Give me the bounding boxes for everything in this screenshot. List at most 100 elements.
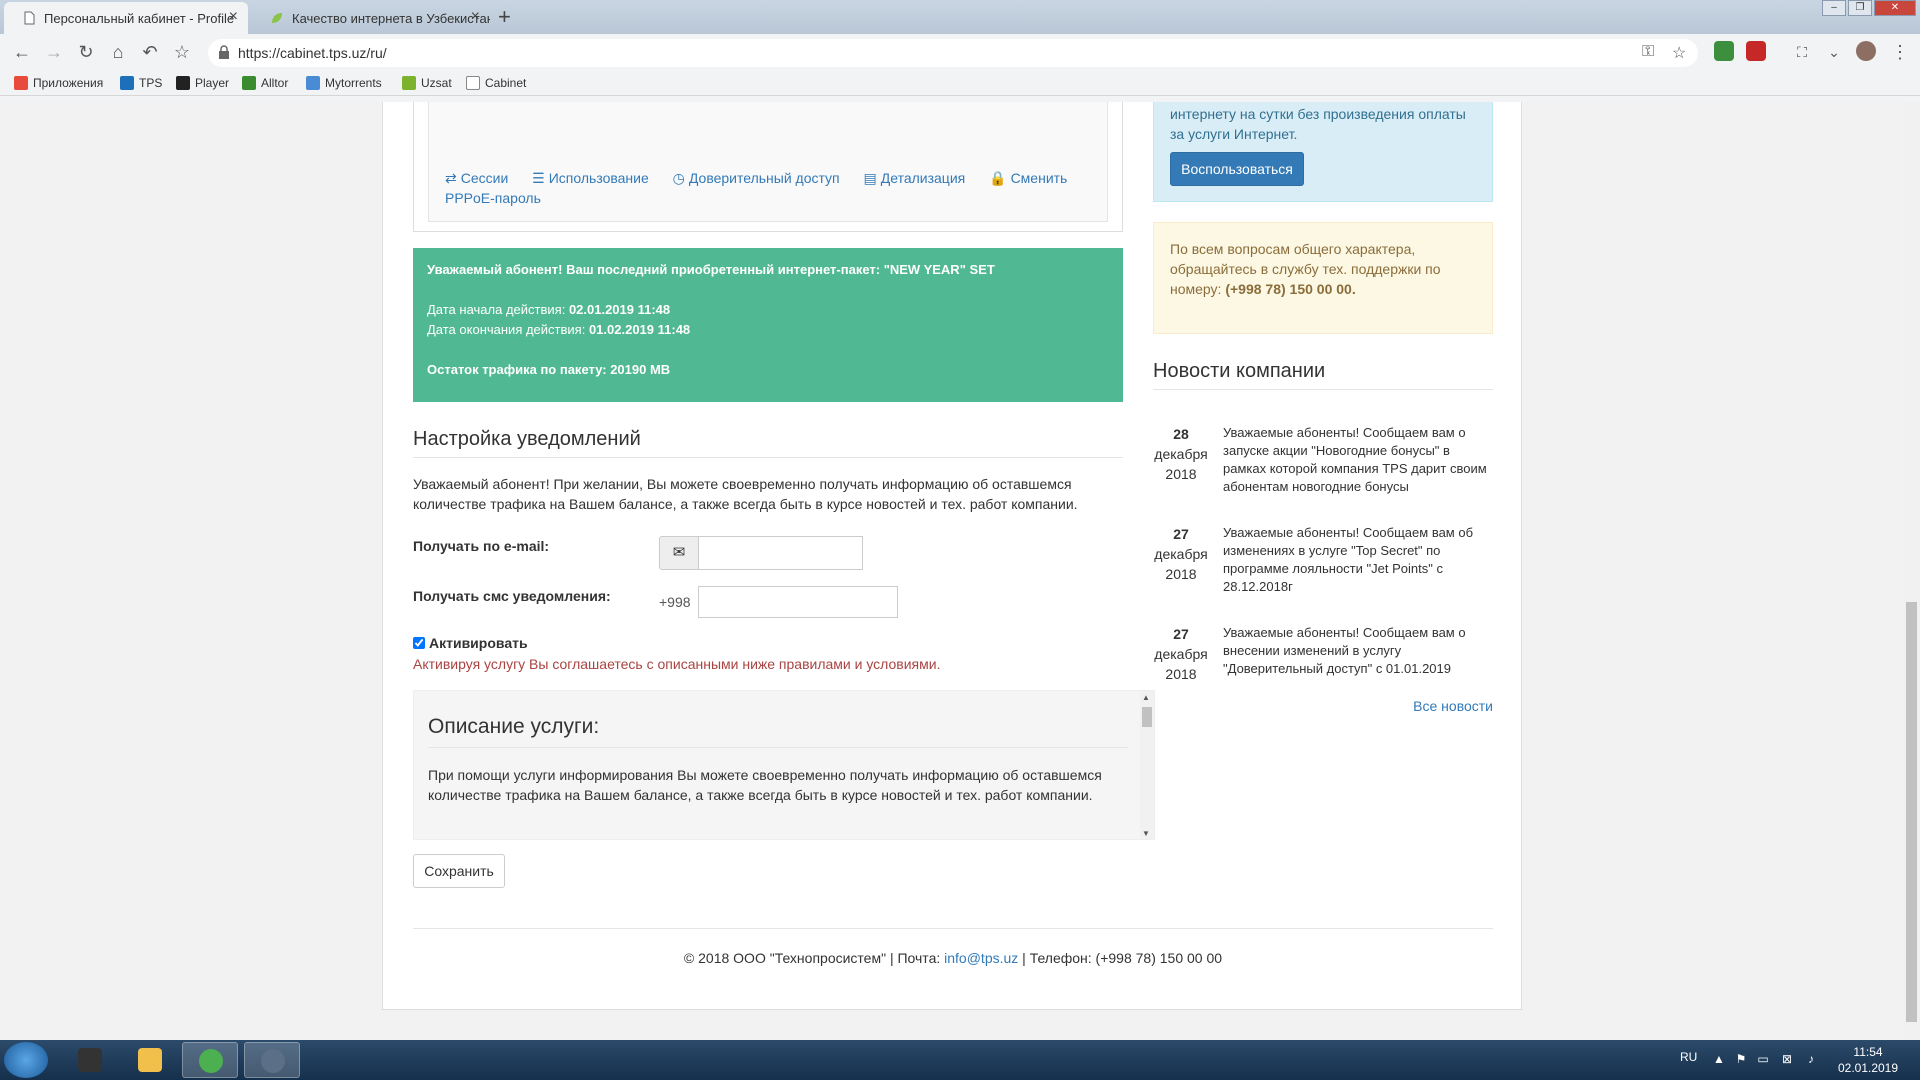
- close-window-button[interactable]: ✕: [1874, 0, 1916, 16]
- bookmarks-bar: Приложения TPS Player Alltor Mytorrents …: [0, 72, 1920, 96]
- bookmark-cabinet[interactable]: Cabinet: [466, 76, 526, 90]
- forward-icon[interactable]: →: [42, 40, 66, 64]
- details-link[interactable]: ▤ Детализация: [864, 170, 966, 186]
- use-trusted-access-button[interactable]: Воспользоваться: [1170, 152, 1304, 186]
- clock-icon: ◷: [672, 170, 685, 186]
- alltor-icon: [242, 76, 256, 90]
- news-item[interactable]: 28 декабря 2018 Уважаемые абоненты! Сооб…: [1153, 424, 1493, 514]
- bookmark-alltor[interactable]: Alltor: [242, 76, 288, 90]
- taskbar: RU ▲ ⚑ ▭ ⊠ ♪ 11:54 02.01.2019: [0, 1040, 1920, 1080]
- end-date-label: Дата окончания действия:: [427, 322, 586, 337]
- media-player-app[interactable]: [62, 1042, 118, 1078]
- news-item[interactable]: 27 декабря 2018 Уважаемые абоненты! Сооб…: [1153, 524, 1493, 614]
- traffic-value: 20190 MB: [610, 362, 671, 377]
- tray-expand-icon[interactable]: ▲: [1712, 1052, 1726, 1066]
- list-icon: ☰: [532, 170, 545, 186]
- sessions-link[interactable]: ⇄ Сессии: [445, 170, 508, 186]
- footer-email-link[interactable]: info@tps.uz: [944, 950, 1018, 966]
- home-icon[interactable]: ⌂: [106, 40, 130, 64]
- chrome-app[interactable]: [182, 1042, 238, 1078]
- email-field[interactable]: [698, 536, 863, 570]
- tab-title: Персональный кабинет - Profile: [44, 10, 235, 26]
- service-description-box[interactable]: Описание услуги: При помощи услуги инфор…: [413, 690, 1155, 840]
- profile-inner: ⇄ Сессии ☰ Использование ◷ Доверительный до…: [428, 102, 1108, 222]
- page-container: ⇄ Сессии ☰ Использование ◷ Доверительный до…: [382, 102, 1522, 1010]
- browser-chrome: Персональный кабинет - Profile × Качеств…: [0, 0, 1920, 102]
- notifications-title: Настройка уведомлений: [413, 428, 1123, 458]
- torrent-app[interactable]: [244, 1042, 300, 1078]
- scroll-up-icon[interactable]: ▲: [1142, 693, 1150, 702]
- leaf-icon: [270, 11, 284, 25]
- footer-divider: [413, 928, 1493, 929]
- usage-link[interactable]: ☰ Использование: [532, 170, 649, 186]
- explorer-app[interactable]: [122, 1042, 178, 1078]
- clock[interactable]: 11:54 02.01.2019: [1834, 1044, 1902, 1076]
- network-icon[interactable]: ⊠: [1780, 1052, 1794, 1066]
- scroll-down-icon[interactable]: ▼: [1142, 829, 1150, 838]
- bookmark-mytorrents[interactable]: Mytorrents: [306, 76, 382, 90]
- email-label: Получать по e-mail:: [413, 538, 550, 554]
- page-scroll-thumb[interactable]: [1906, 602, 1917, 1022]
- page-icon: [466, 76, 480, 90]
- envelope-icon: ✉: [659, 536, 699, 570]
- bookmark-tps[interactable]: TPS: [120, 76, 162, 90]
- page-scrollbar[interactable]: [1903, 102, 1920, 1040]
- reload-icon[interactable]: ↻: [74, 40, 98, 64]
- page-icon: [22, 11, 36, 25]
- star-icon[interactable]: ☆: [1672, 43, 1686, 63]
- description-scrollbar[interactable]: ▲ ▼: [1140, 691, 1154, 839]
- trusted-access-link[interactable]: ◷ Доверительный доступ: [673, 170, 840, 186]
- activate-label: Активировать: [429, 635, 528, 651]
- ublock-icon[interactable]: [1746, 41, 1766, 61]
- extension-icon[interactable]: [1714, 41, 1734, 61]
- bookmark-star-icon[interactable]: ☆: [170, 40, 194, 64]
- browser-toolbar: ← → ↻ ⌂ ↶ ☆ https://cabinet.tps.uz/ru/ ⚿…: [0, 34, 1920, 70]
- bookmark-uzsat[interactable]: Uzsat: [402, 76, 452, 90]
- activate-checkbox[interactable]: [413, 637, 425, 649]
- support-box: По всем вопросам общего характера, обращ…: [1153, 222, 1493, 334]
- minimize-button[interactable]: –: [1822, 0, 1846, 16]
- restore-button[interactable]: ❐: [1848, 0, 1872, 16]
- volume-icon[interactable]: ♪: [1804, 1052, 1818, 1066]
- undo-icon[interactable]: ↶: [138, 40, 162, 64]
- flag-icon[interactable]: ⚑: [1734, 1052, 1748, 1066]
- sms-phone-field[interactable]: [698, 586, 898, 618]
- back-icon[interactable]: ←: [10, 40, 34, 64]
- language-indicator[interactable]: RU: [1680, 1050, 1697, 1064]
- tab-internet-quality[interactable]: Качество интернета в Узбекистане ×: [252, 2, 490, 34]
- key-icon[interactable]: ⚿: [1642, 43, 1654, 61]
- service-description-title: Описание услуги:: [428, 715, 1128, 748]
- tab-profile[interactable]: Персональный кабинет - Profile ×: [4, 2, 248, 34]
- avatar[interactable]: [1856, 41, 1876, 61]
- profile-links: ⇄ Сессии ☰ Использование ◷ Доверительный до…: [445, 168, 1085, 208]
- all-news-link[interactable]: Все новости: [1153, 698, 1493, 714]
- start-button[interactable]: [4, 1042, 48, 1078]
- address-bar[interactable]: https://cabinet.tps.uz/ru/ ⚿ ☆: [208, 39, 1698, 67]
- bookmark-player[interactable]: Player: [176, 76, 229, 90]
- tab-title: Качество интернета в Узбекистане: [292, 10, 490, 26]
- bookmark-apps[interactable]: Приложения: [14, 76, 103, 90]
- lock-icon: [218, 45, 230, 59]
- news-text: Уважаемые абоненты! Сообщаем вам о запус…: [1223, 425, 1487, 494]
- service-description-text: При помощи услуги информирования Вы може…: [428, 767, 1102, 803]
- profile-panel: ⇄ Сессии ☰ Использование ◷ Доверительный до…: [413, 102, 1123, 232]
- close-icon[interactable]: ×: [471, 8, 480, 26]
- description-scroll-thumb[interactable]: [1142, 707, 1152, 727]
- footer-phone: | Телефон: (+998 78) 150 00 00: [1022, 950, 1223, 966]
- new-tab-button[interactable]: +: [498, 4, 511, 30]
- close-icon[interactable]: ×: [229, 8, 238, 26]
- save-button[interactable]: Сохранить: [413, 854, 505, 888]
- torrent-icon: [261, 1049, 285, 1073]
- news-date: 27 декабря 2018: [1154, 526, 1208, 582]
- chevron-down-icon[interactable]: ⌄: [1822, 40, 1846, 64]
- sms-label: Получать смс уведомления:: [413, 588, 611, 604]
- activate-note: Активируя услугу Вы соглашаетесь с описа…: [413, 656, 941, 672]
- end-date-value: 01.02.2019 11:48: [588, 322, 691, 337]
- display-icon[interactable]: ▭: [1756, 1052, 1770, 1066]
- tps-icon: [120, 76, 134, 90]
- crop-icon[interactable]: ⛶: [1790, 40, 1814, 64]
- menu-icon[interactable]: ⋮: [1888, 40, 1912, 64]
- mytorrents-icon: [306, 76, 320, 90]
- url-text: https://cabinet.tps.uz/ru/: [238, 45, 387, 61]
- folder-icon: [138, 1048, 162, 1072]
